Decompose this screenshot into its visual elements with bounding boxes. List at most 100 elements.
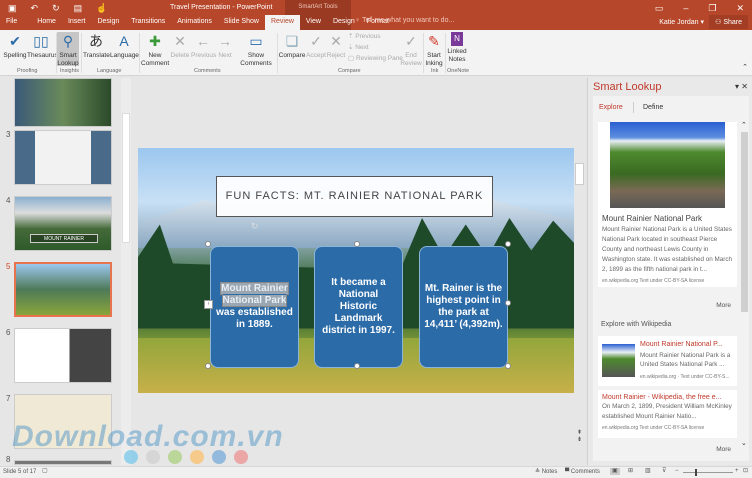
tab-review[interactable]: Review (265, 15, 300, 30)
spelling-icon: ✔ (6, 32, 24, 50)
spelling-button[interactable]: ✔Spelling (2, 32, 28, 60)
scroll-up-icon[interactable]: ⌃ (741, 122, 747, 130)
minimize-button[interactable]: – (683, 3, 688, 14)
slideshow-icon[interactable]: ⊽ (662, 468, 666, 475)
reading-view-icon[interactable]: ▥ (645, 468, 651, 475)
wikipedia-result-2[interactable]: Mount Rainier - Wikipedia, the free e...… (598, 390, 737, 438)
slide-thumbnail-3[interactable] (14, 130, 112, 185)
tab-explore[interactable]: Explore (599, 104, 623, 111)
rotate-handle-icon[interactable]: ↻ (251, 221, 259, 231)
group-ink: Ink (431, 68, 438, 74)
collapse-ribbon-icon[interactable]: ⌃ (742, 64, 748, 72)
language-button[interactable]: ALanguage (110, 32, 138, 60)
pane-scrollbar[interactable] (741, 132, 748, 312)
tab-slide-show[interactable]: Slide Show (218, 15, 265, 30)
ribbon: ✔Spelling ▯▯Thesaurus ⚲Smart Lookup あTra… (0, 30, 752, 76)
slide-canvas[interactable]: FUN FACTS: MT. RAINIER NATIONAL PARK ↻ M… (138, 148, 575, 393)
normal-view-icon[interactable]: ▣ (610, 468, 620, 475)
comments-button[interactable]: ▀ Comments (565, 469, 600, 476)
slide-title[interactable]: FUN FACTS: MT. RAINIER NATIONAL PARK (216, 176, 493, 217)
slide-thumbnail-pane: 3 4 MOUNT RAINIER 5 6 7 8 (0, 78, 121, 465)
slide-sorter-icon[interactable]: ⊞ (628, 468, 633, 475)
show-comments-button[interactable]: ▭Show Comments (236, 32, 276, 68)
new-comment-icon: ✚ (146, 32, 164, 50)
slide-thumbnail-4[interactable]: MOUNT RAINIER (14, 196, 112, 251)
tab-view[interactable]: View (300, 15, 327, 30)
linked-notes-button[interactable]: NLinked Notes (446, 32, 468, 64)
tab-file[interactable]: File (0, 15, 23, 30)
previous-comment-icon: ← (194, 32, 212, 50)
compare-button[interactable]: ❏Compare (278, 32, 306, 60)
smart-lookup-button[interactable]: ⚲Smart Lookup (57, 32, 79, 66)
slide-thumbnail-5-selected[interactable] (14, 262, 112, 317)
thesaurus-button[interactable]: ▯▯Thesaurus (27, 32, 55, 60)
zoom-slider[interactable] (683, 472, 733, 473)
close-button[interactable]: ✕ (736, 3, 744, 14)
zoom-out-button[interactable]: − (675, 468, 679, 475)
previous-comment-button[interactable]: ←Previous (191, 32, 215, 60)
accept-button[interactable]: ✓Accept (306, 32, 326, 60)
restore-button[interactable]: ❐ (708, 3, 716, 14)
status-bar: Slide 5 of 17 ▢ ≜ Notes ▀ Comments ▣ ⊞ ▥… (0, 466, 752, 478)
tab-animations[interactable]: Animations (171, 15, 218, 30)
thumbnail-scrollbar[interactable] (121, 78, 131, 465)
watermark-dots (124, 450, 248, 464)
tab-transitions[interactable]: Transitions (125, 15, 171, 30)
redo-icon[interactable]: ↻ (52, 3, 60, 14)
slide-thumbnail-8[interactable] (14, 460, 112, 465)
thesaurus-icon: ▯▯ (32, 32, 50, 50)
tab-define[interactable]: Define (643, 104, 663, 111)
accept-icon: ✓ (307, 32, 325, 50)
smart-lookup-pane: Smart Lookup ▾ ✕ Explore Define Mount Ra… (587, 78, 752, 465)
zoom-in-button[interactable]: + (735, 468, 739, 475)
fit-to-window-icon[interactable]: ⊡ (743, 468, 748, 475)
notes-button[interactable]: ≜ Notes (535, 469, 557, 476)
smartart-box-3[interactable]: Mt. Rainer is the highest point in the p… (419, 246, 508, 368)
spell-check-icon[interactable]: ▢ (42, 468, 48, 475)
pane-close-icon[interactable]: ▾ ✕ (735, 82, 748, 91)
tab-design[interactable]: Design (91, 15, 125, 30)
zoom-slider-thumb[interactable] (695, 469, 697, 476)
next-change-button[interactable]: ⇣ Next (348, 44, 369, 52)
start-inking-button[interactable]: ✎Start Inking (424, 32, 444, 68)
end-review-button[interactable]: ✓End Review (400, 32, 422, 68)
undo-icon[interactable]: ↶ (31, 3, 39, 14)
translate-button[interactable]: あTranslate (83, 32, 109, 60)
tab-insert[interactable]: Insert (62, 15, 92, 30)
reject-button[interactable]: ✕Reject (326, 32, 346, 60)
new-comment-button[interactable]: ✚New Comment (141, 32, 169, 68)
ribbon-display-icon[interactable]: ▭ (655, 3, 664, 14)
translate-icon: あ (87, 32, 105, 50)
next-comment-button[interactable]: →Next (216, 32, 234, 60)
previous-change-button[interactable]: ⇡ Previous (348, 33, 381, 41)
smart-lookup-icon: ⚲ (59, 32, 77, 50)
editor-scrollbar[interactable]: ⇞⇟ (574, 78, 585, 465)
lookup-card[interactable]: Mount Rainier National Park Mount Rainie… (598, 122, 737, 287)
text-pane-toggle[interactable]: ‹ (204, 300, 213, 309)
delete-comment-icon: ✕ (171, 32, 189, 50)
smartart-box-2[interactable]: It became a National Historic Landmark d… (314, 246, 403, 368)
more-link[interactable]: More (716, 302, 731, 309)
slide-thumbnail-2[interactable] (14, 78, 112, 127)
tab-home[interactable]: Home (31, 15, 62, 30)
slide-counter: Slide 5 of 17 (3, 469, 36, 476)
more-link-2[interactable]: More (716, 446, 731, 453)
slide-thumbnail-6[interactable] (14, 328, 112, 383)
window-title: Travel Presentation - PowerPoint (170, 4, 272, 11)
reviewing-pane-button[interactable]: ▢ Reviewing Pane (348, 55, 403, 63)
share-button[interactable]: ⚇ Share (709, 15, 748, 29)
group-insights: Insights (60, 68, 79, 74)
save-icon[interactable]: ▣ (8, 3, 17, 14)
present-icon[interactable]: ▤ (74, 3, 83, 14)
quick-access-toolbar: ▣ ↶ ↻ ▤ ☝ (8, 3, 107, 14)
scroll-down-icon[interactable]: ⌄ (741, 440, 747, 448)
smartart-box-1[interactable]: Mount Rainier National Park was establis… (210, 246, 299, 368)
user-account[interactable]: Katie Jordan ▾ (659, 18, 704, 26)
group-comments: Comments (194, 68, 221, 74)
wikipedia-result-1[interactable]: Mount Rainier National P... Mount Rainie… (598, 336, 737, 386)
delete-comment-button[interactable]: ✕Delete (170, 32, 190, 60)
ribbon-tabs: File Home Insert Design Transitions Anim… (0, 15, 395, 30)
touch-mode-icon[interactable]: ☝ (96, 3, 107, 14)
tell-me-search[interactable]: ♀ Tell me what you want to do... (355, 17, 454, 24)
group-proofing: Proofing (17, 68, 38, 74)
